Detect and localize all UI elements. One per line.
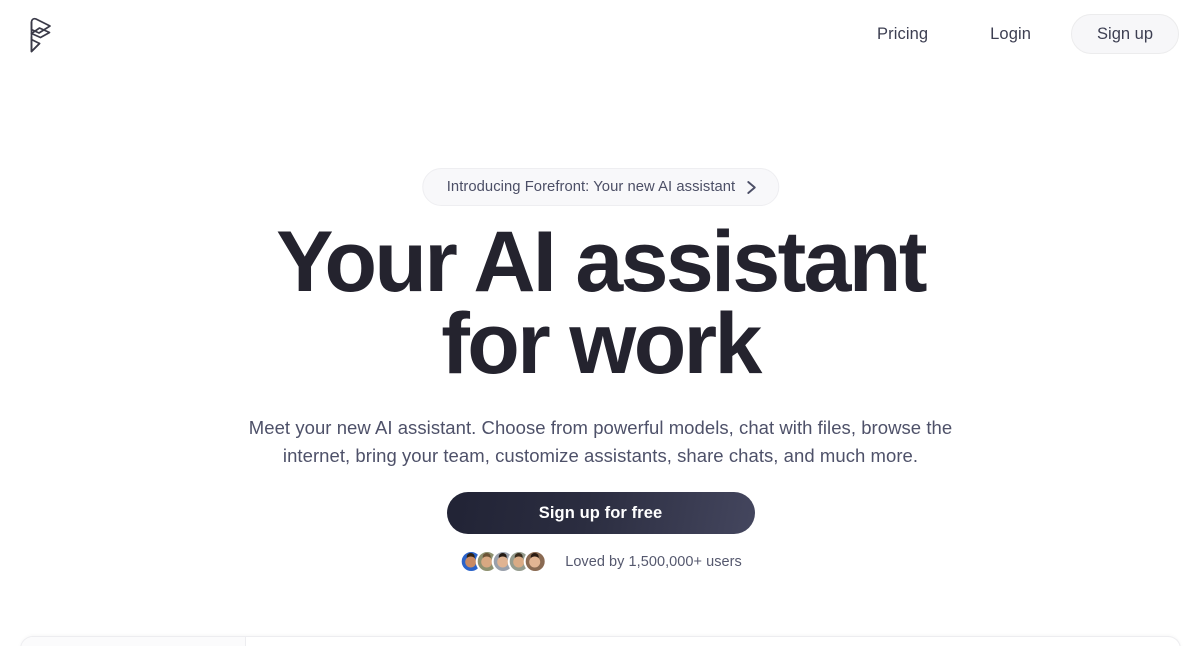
primary-navigation: Pricing Login Sign up (863, 13, 1179, 55)
app-preview-divider (245, 637, 246, 646)
social-proof-text: Loved by 1,500,000+ users (565, 553, 742, 570)
nav-link-pricing[interactable]: Pricing (863, 17, 942, 52)
app-preview-window (20, 636, 1181, 646)
announcement-banner[interactable]: Introducing Forefront: Your new AI assis… (421, 168, 780, 206)
signup-button[interactable]: Sign up (1071, 13, 1179, 55)
landing-page: Pricing Login Sign up Introducing Forefr… (0, 0, 1201, 646)
forefront-logo-icon (30, 17, 51, 53)
signup-for-free-button[interactable]: Sign up for free (446, 492, 755, 534)
hero-subtitle: Meet your new AI assistant. Choose from … (248, 417, 953, 466)
app-preview-sidebar (21, 637, 245, 646)
avatar-user-5 (523, 550, 547, 573)
page-title: Your AI assistant for work (0, 219, 1201, 392)
site-header: Pricing Login Sign up (0, 0, 1201, 68)
headline-line-2: for work (441, 295, 762, 392)
announcement-text: Introducing Forefront: Your new AI assis… (446, 179, 736, 195)
social-proof: Loved by 1,500,000+ users (459, 550, 742, 573)
chevron-right-icon (746, 180, 757, 195)
avatar-group (459, 550, 547, 573)
nav-link-login[interactable]: Login (976, 17, 1045, 52)
forefront-logo[interactable] (22, 10, 74, 58)
